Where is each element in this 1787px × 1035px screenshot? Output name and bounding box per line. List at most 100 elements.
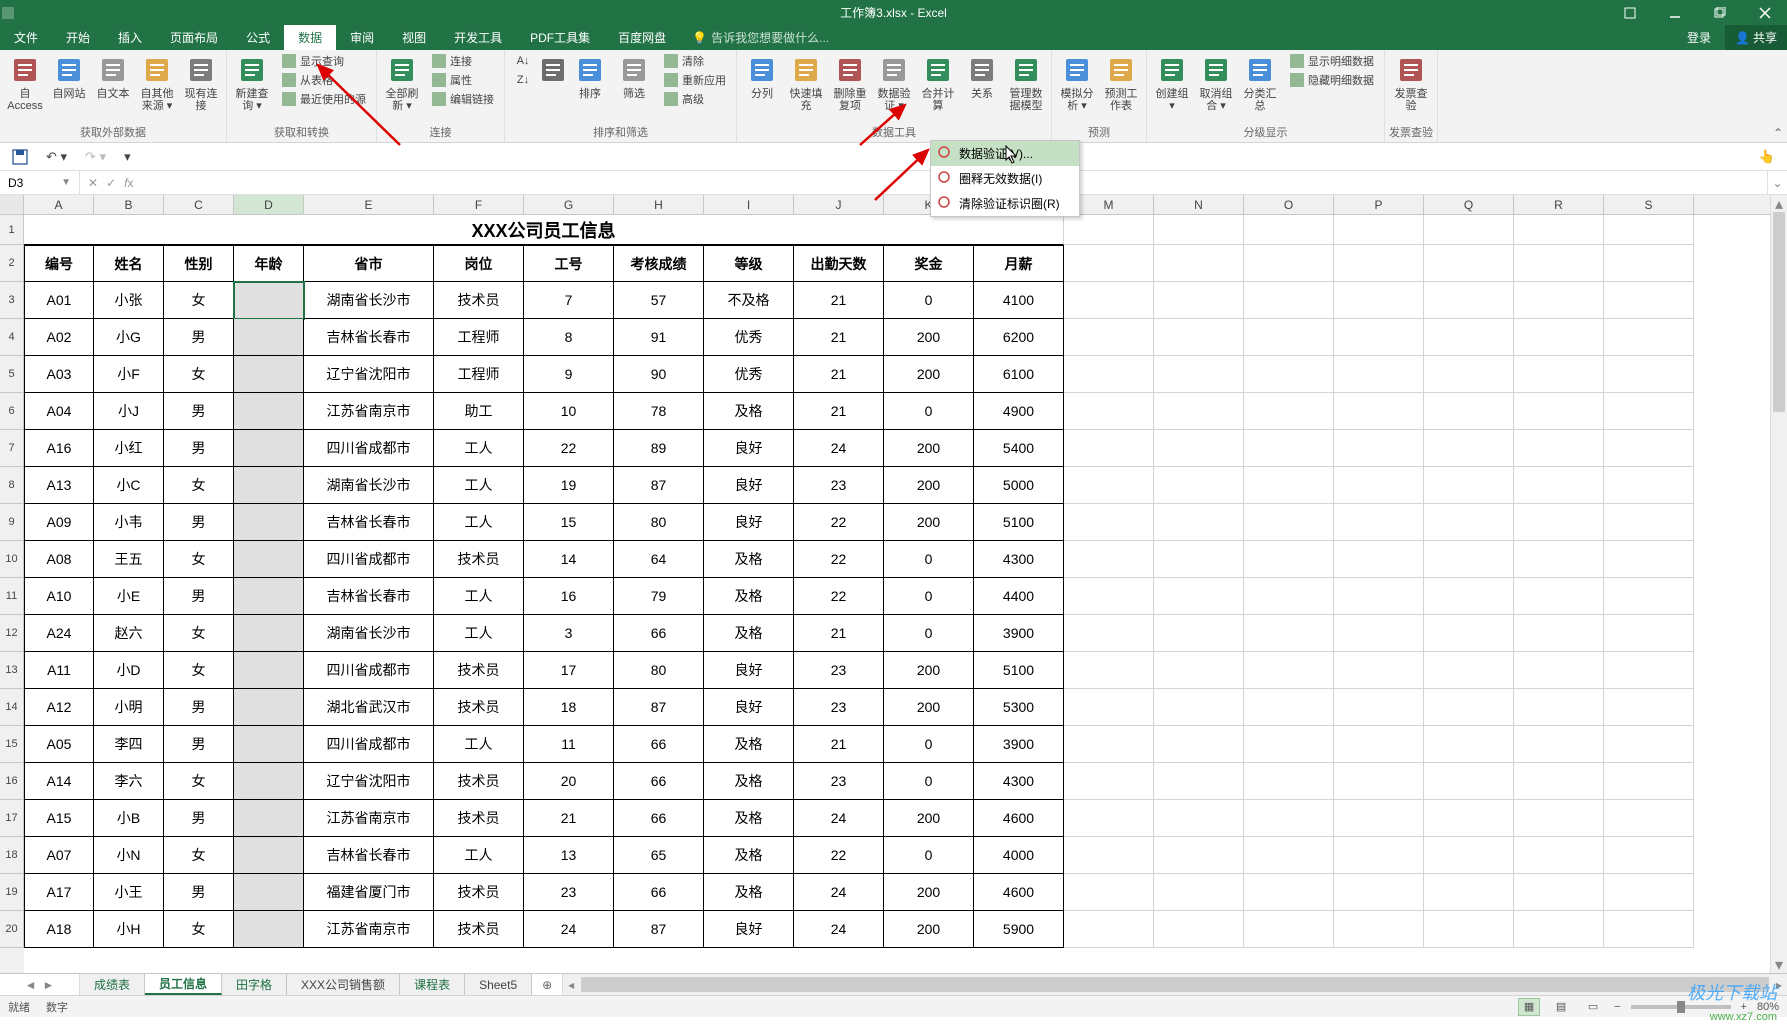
table-cell[interactable]: [234, 800, 304, 837]
col-header-J[interactable]: J: [794, 195, 884, 214]
table-cell[interactable]: A17: [24, 874, 94, 911]
table-cell[interactable]: 小F: [94, 356, 164, 393]
ribbon-tab-审阅[interactable]: 审阅: [336, 25, 388, 50]
table-cell[interactable]: 200: [884, 504, 974, 541]
ribbon-btn-显示查询[interactable]: 显示查询: [275, 52, 372, 70]
table-cell[interactable]: 技术员: [434, 800, 524, 837]
table-cell[interactable]: [234, 467, 304, 504]
table-cell[interactable]: 91: [614, 319, 704, 356]
table-cell[interactable]: 小J: [94, 393, 164, 430]
table-cell[interactable]: 女: [164, 541, 234, 578]
row-header-2[interactable]: 2: [0, 245, 24, 282]
ribbon-btn-属性[interactable]: 属性: [425, 71, 500, 89]
empty-cell[interactable]: [1064, 245, 1154, 282]
table-cell[interactable]: [1244, 874, 1334, 911]
ribbon-btn-全部刷新[interactable]: 全部刷新 ▾: [381, 52, 423, 114]
table-cell[interactable]: 工程师: [434, 319, 524, 356]
table-cell[interactable]: [1154, 282, 1244, 319]
table-cell[interactable]: [1604, 763, 1694, 800]
table-cell[interactable]: [1514, 356, 1604, 393]
ribbon-btn-从表格[interactable]: 从表格: [275, 71, 372, 89]
table-cell[interactable]: [1244, 578, 1334, 615]
table-cell[interactable]: A14: [24, 763, 94, 800]
table-cell[interactable]: A16: [24, 430, 94, 467]
table-cell[interactable]: 4000: [974, 837, 1064, 874]
table-cell[interactable]: [1244, 319, 1334, 356]
table-cell[interactable]: 吉林省长春市: [304, 504, 434, 541]
table-cell[interactable]: [1604, 467, 1694, 504]
table-cell[interactable]: 良好: [704, 504, 794, 541]
table-cell[interactable]: [1424, 467, 1514, 504]
table-cell[interactable]: [1244, 393, 1334, 430]
table-cell[interactable]: 辽宁省沈阳市: [304, 356, 434, 393]
table-cell[interactable]: [1154, 615, 1244, 652]
table-cell[interactable]: [1334, 319, 1424, 356]
table-cell[interactable]: 5100: [974, 504, 1064, 541]
table-cell[interactable]: [1514, 578, 1604, 615]
table-cell[interactable]: A01: [24, 282, 94, 319]
table-cell[interactable]: 小N: [94, 837, 164, 874]
view-normal-icon[interactable]: ▦: [1518, 998, 1540, 1016]
table-cell[interactable]: [1244, 837, 1334, 874]
row-header-4[interactable]: 4: [0, 319, 24, 356]
table-cell[interactable]: [1154, 874, 1244, 911]
table-cell[interactable]: A18: [24, 911, 94, 948]
sheet-tab-成绩表[interactable]: 成绩表: [80, 974, 145, 995]
table-cell[interactable]: 87: [614, 689, 704, 726]
row-header-12[interactable]: 12: [0, 615, 24, 652]
ribbon-btn-排序[interactable]: 排序: [569, 52, 611, 102]
sheet-tab-田字格[interactable]: 田字格: [222, 974, 287, 995]
table-cell[interactable]: [1154, 689, 1244, 726]
table-cell[interactable]: [1064, 504, 1154, 541]
table-cell[interactable]: [1424, 282, 1514, 319]
ribbon-btn-连接[interactable]: 连接: [425, 52, 500, 70]
table-cell[interactable]: [1424, 800, 1514, 837]
table-cell[interactable]: 男: [164, 504, 234, 541]
table-cell[interactable]: 6100: [974, 356, 1064, 393]
col-header-D[interactable]: D: [234, 195, 304, 214]
table-cell[interactable]: 工人: [434, 467, 524, 504]
ribbon-btn-发票查验[interactable]: 发票查验: [1390, 52, 1432, 114]
table-cell[interactable]: 李四: [94, 726, 164, 763]
close-icon[interactable]: [1742, 0, 1787, 25]
table-cell[interactable]: [1424, 874, 1514, 911]
table-cell[interactable]: [234, 578, 304, 615]
ribbon-btn-清除[interactable]: 清除: [657, 52, 732, 70]
table-cell[interactable]: [1514, 393, 1604, 430]
table-cell[interactable]: [1334, 726, 1424, 763]
table-cell[interactable]: 男: [164, 726, 234, 763]
table-cell[interactable]: 24: [794, 911, 884, 948]
table-cell[interactable]: 四川省成都市: [304, 726, 434, 763]
table-cell[interactable]: 小G: [94, 319, 164, 356]
ribbon-btn-自 Access[interactable]: 自 Access: [4, 52, 46, 114]
table-cell[interactable]: [1064, 356, 1154, 393]
table-cell[interactable]: 李六: [94, 763, 164, 800]
table-cell[interactable]: [1154, 837, 1244, 874]
col-header-B[interactable]: B: [94, 195, 164, 214]
sheet-nav-prev-icon[interactable]: ◄: [25, 978, 37, 992]
table-cell[interactable]: 64: [614, 541, 704, 578]
row-header-18[interactable]: 18: [0, 837, 24, 874]
table-cell[interactable]: 23: [794, 689, 884, 726]
sheet-tab-Sheet5[interactable]: Sheet5: [465, 974, 532, 995]
table-cell[interactable]: 200: [884, 467, 974, 504]
table-cell[interactable]: 0: [884, 763, 974, 800]
table-cell[interactable]: [234, 393, 304, 430]
name-box[interactable]: ▼: [0, 171, 80, 194]
table-cell[interactable]: 江苏省南京市: [304, 911, 434, 948]
table-cell[interactable]: 江苏省南京市: [304, 393, 434, 430]
table-cell[interactable]: 女: [164, 467, 234, 504]
zoom-out-icon[interactable]: −: [1614, 1001, 1620, 1013]
ribbon-btn-自其他来源[interactable]: 自其他来源 ▾: [136, 52, 178, 114]
table-cell[interactable]: 男: [164, 319, 234, 356]
table-cell[interactable]: [1154, 800, 1244, 837]
table-cell[interactable]: [1064, 467, 1154, 504]
table-cell[interactable]: 66: [614, 874, 704, 911]
table-cell[interactable]: 0: [884, 837, 974, 874]
table-cell[interactable]: 200: [884, 356, 974, 393]
expand-formula-icon[interactable]: ⌄: [1767, 171, 1787, 194]
table-header[interactable]: 月薪: [974, 245, 1064, 282]
table-cell[interactable]: [1334, 393, 1424, 430]
empty-cell[interactable]: [1244, 245, 1334, 282]
table-cell[interactable]: 4900: [974, 393, 1064, 430]
